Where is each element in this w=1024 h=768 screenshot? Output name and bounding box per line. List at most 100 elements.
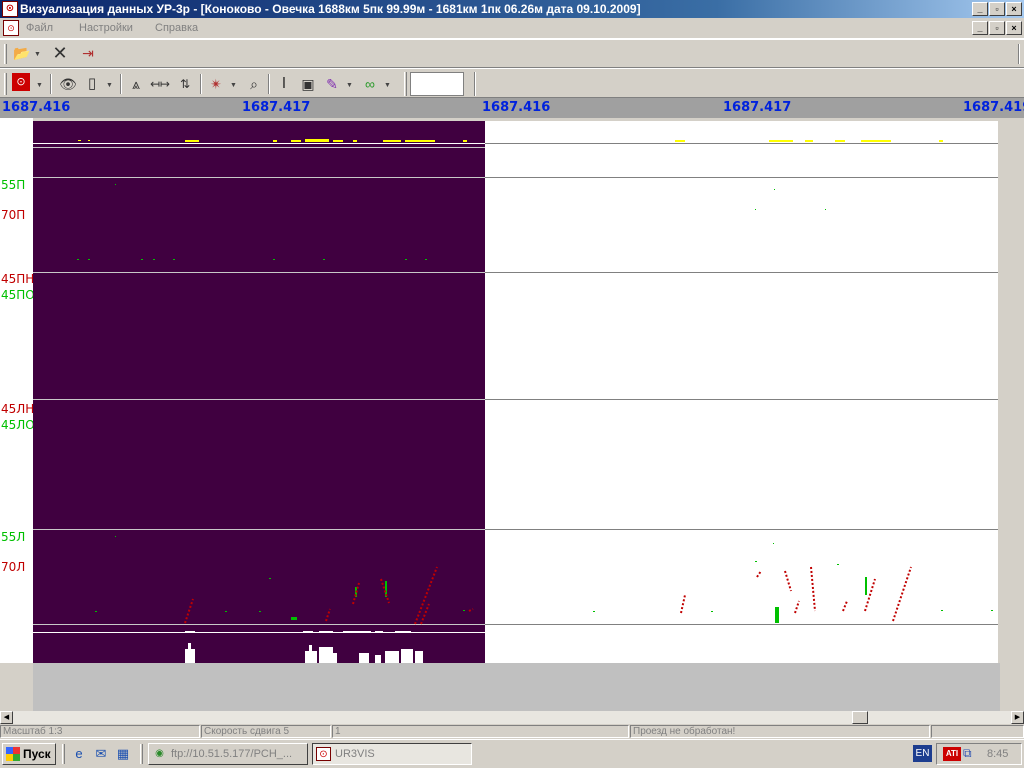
scroll-left-icon[interactable]: ◀ [0, 711, 13, 724]
red-signals [680, 566, 912, 622]
start-button[interactable]: Пуск [2, 743, 56, 765]
chevron-down-icon[interactable]: ▼ [34, 51, 41, 58]
track-label: 70П [1, 208, 26, 222]
car-settings-icon[interactable]: ⊙ [12, 73, 30, 91]
toolbar-file: 📂 ▼ ✕ ⇥ [0, 39, 1024, 68]
status-value: 1 [332, 725, 629, 738]
app-car-icon: ⊙ [316, 747, 331, 761]
network-tray-icon[interactable]: ⧉ [963, 746, 981, 762]
ruler-label: 1687.416 [482, 100, 551, 115]
app-car-icon[interactable]: ⊙ [2, 1, 18, 17]
track-label: 70Л [1, 560, 26, 574]
menu-file[interactable]: Файл [26, 22, 53, 34]
toolbar-separator [200, 74, 202, 94]
yellow-signals [675, 140, 943, 142]
scroll-right-icon[interactable]: ▶ [1011, 711, 1024, 724]
magic-wand-icon[interactable]: ✴ [206, 74, 226, 94]
scan-panel-right[interactable] [485, 121, 998, 663]
taskbar: Пуск e ✉ ▦ ◉ ftp://10.51.5.177/PCH_... ⊙… [0, 739, 1024, 768]
menu-bar: ⊙ Файл Настройки Справка _ ▫ × [0, 18, 1024, 39]
task-label: UR3VIS [335, 748, 375, 760]
task-label: ftp://10.51.5.177/PCH_... [171, 748, 293, 760]
close-file-icon[interactable]: ✕ [50, 43, 70, 63]
exit-door-icon[interactable]: ⇥ [78, 43, 98, 63]
brush-icon[interactable]: ✎ [322, 74, 342, 94]
track-label: 45ПО [1, 288, 35, 302]
chevron-down-icon[interactable]: ▼ [230, 82, 237, 89]
open-folder-icon[interactable]: 📂 [12, 43, 32, 63]
scroll-thumb[interactable] [852, 711, 868, 724]
maximize-button[interactable]: ▫ [989, 2, 1005, 16]
status-speed: Скорость сдвига 5 [201, 725, 331, 738]
taskbar-grip[interactable] [62, 744, 65, 764]
measure-width-icon[interactable]: ↤↦ [150, 74, 170, 94]
toolbar-view: ⊙ ▼ 👁 ▯ ▼ ⩓ ↤↦ ⇅ ✴ ▼ ⌕ I ▣ ✎ ▼ ∞ ▼ [0, 68, 1024, 98]
close-button[interactable]: × [1006, 2, 1022, 16]
mdi-minimize-button[interactable]: _ [972, 21, 988, 35]
ruler-label: 1687.417 [723, 100, 792, 115]
toolbar-separator [120, 74, 122, 94]
task-ftp-window[interactable]: ◉ ftp://10.51.5.177/PCH_... [148, 743, 308, 765]
windows-flag-icon [6, 747, 20, 761]
ati-tray-icon[interactable]: ATI [943, 747, 961, 761]
toolbar-separator [50, 74, 52, 94]
track-label: 45ПН [1, 272, 35, 286]
toolbar-separator [1018, 44, 1020, 64]
ruler-label: 1687.417 [242, 100, 311, 115]
distance-ruler: 1687.416 1687.417 1687.416 1687.417 1687… [0, 98, 1024, 118]
minimize-button[interactable]: _ [972, 2, 988, 16]
green-signals [593, 189, 993, 623]
ruler-label: 1687.416 [2, 100, 71, 115]
language-indicator[interactable]: EN [913, 745, 932, 762]
toolbar-grip[interactable] [4, 44, 7, 64]
start-label: Пуск [23, 747, 51, 761]
title-bar: ⊙ Визуализация данных УР-3р - [Коноково … [0, 0, 1024, 18]
track-label: 45ЛО [1, 418, 35, 432]
value-input[interactable] [410, 72, 464, 96]
image-chart-icon[interactable]: ▣ [298, 74, 318, 94]
red-signals [184, 566, 474, 625]
track-label-column: 55П 70П 45ПН 45ПО 45ЛН 45ЛО 55Л 70Л [0, 118, 35, 663]
chevron-down-icon[interactable]: ▼ [384, 82, 391, 89]
scan-signals-right [593, 140, 993, 623]
system-tray: ATI ⧉ 8:45 [936, 743, 1022, 765]
mdi-child-icon[interactable]: ⊙ [3, 20, 19, 36]
green-signals [77, 184, 465, 620]
text-cursor-icon[interactable]: I [274, 74, 294, 94]
scan-signals-left [77, 139, 474, 663]
internet-explorer-icon[interactable]: e [70, 745, 88, 763]
track-label: 45ЛН [1, 402, 35, 416]
status-message: Проезд не обработан! [630, 725, 930, 738]
yellow-signals [78, 139, 467, 142]
binoculars-icon[interactable]: 👁 [58, 74, 78, 94]
status-empty [931, 725, 1024, 738]
toolbar-grip[interactable] [404, 72, 407, 96]
chevron-down-icon[interactable]: ▼ [346, 82, 353, 89]
status-scale: Масштаб 1:3 [0, 725, 200, 738]
toolbar-separator [474, 72, 476, 96]
compass-icon[interactable]: ⩓ [126, 74, 146, 94]
task-app-window[interactable]: ⊙ UR3VIS [312, 743, 472, 765]
scan-panel-left[interactable] [33, 121, 485, 663]
outlook-express-icon[interactable]: ✉ [92, 745, 110, 763]
desktop-icon[interactable]: ▦ [114, 745, 132, 763]
toolbar-grip[interactable] [4, 73, 7, 95]
mdi-restore-button[interactable]: ▫ [989, 21, 1005, 35]
menu-help[interactable]: Справка [155, 22, 198, 34]
window-title: Визуализация данных УР-3р - [Коноково - … [20, 2, 641, 16]
chevron-down-icon[interactable]: ▼ [36, 82, 43, 89]
white-signals [185, 631, 423, 663]
sort-list-icon[interactable]: ⇅ [175, 74, 195, 94]
glasses-icon[interactable]: ∞ [360, 74, 380, 94]
menu-settings[interactable]: Настройки [79, 22, 133, 34]
toolbar-separator [268, 74, 270, 94]
page-icon[interactable]: ▯ [82, 74, 102, 94]
zoom-selection-icon[interactable]: ⌕ [244, 74, 264, 94]
mdi-close-button[interactable]: × [1006, 21, 1022, 35]
taskbar-grip[interactable] [140, 744, 143, 764]
horizontal-scrollbar[interactable]: ◀ ▶ [0, 711, 1024, 724]
chevron-down-icon[interactable]: ▼ [106, 82, 113, 89]
empty-area [33, 663, 1000, 711]
track-label: 55П [1, 178, 26, 192]
track-label: 55Л [1, 530, 26, 544]
